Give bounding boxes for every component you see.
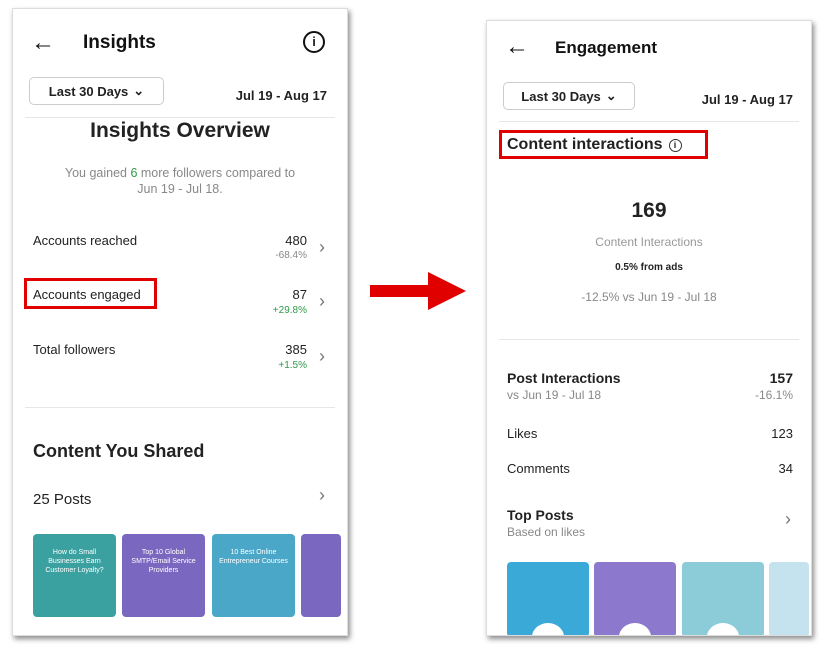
date-filter-dropdown[interactable]: Last 30 Days ⌄ (503, 82, 635, 110)
post-thumbnail[interactable]: How do Small Businesses Earn Customer Lo… (33, 534, 116, 617)
post-thumbnail[interactable] (507, 562, 589, 635)
total-interactions: 169 (631, 199, 667, 222)
overview-title: Insights Overview (90, 119, 270, 142)
metric-value: 480 (285, 233, 307, 248)
post-thumbnail[interactable] (594, 562, 676, 635)
post-interactions-label: Post Interactions (507, 370, 621, 386)
chevron-right-icon: › (319, 485, 325, 505)
back-arrow-icon[interactable]: ← (505, 33, 529, 61)
date-filter-label: Last 30 Days (521, 88, 601, 104)
page-title: Engagement (555, 38, 658, 57)
metric-change: -68.4% (275, 250, 307, 261)
date-filter-dropdown[interactable]: Last 30 Days ⌄ (29, 77, 164, 105)
ads-share: 0.5% from ads (615, 262, 683, 273)
content-shared-title: Content You Shared (33, 441, 205, 461)
post-interactions-change: -16.1% (754, 388, 793, 402)
metric-label: Accounts reached (33, 233, 138, 248)
comments-value: 34 (778, 461, 793, 476)
info-icon[interactable]: i (303, 31, 325, 53)
insights-screen: ← Insights i Last 30 Days ⌄ Jul 19 - Aug … (12, 8, 348, 636)
date-range: Jul 19 - Aug 17 (701, 92, 793, 107)
metric-value: 87 (292, 287, 307, 302)
chevron-down-icon: ⌄ (133, 83, 145, 98)
metric-change: +1.5% (278, 360, 307, 371)
post-interactions-value: 157 (769, 370, 793, 386)
chevron-right-icon: › (785, 509, 791, 529)
date-range: Jul 19 - Aug 17 (235, 88, 327, 103)
post-thumbnail[interactable]: 10 Best Online Entrepreneur Courses (212, 534, 295, 617)
chevron-right-icon: › (319, 346, 325, 366)
followers-gained-text: You gained 6 more followers compared to J… (64, 166, 296, 196)
post-thumbnail[interactable] (769, 562, 809, 635)
post-interactions-sub: vs Jun 19 - Jul 18 (507, 388, 602, 402)
likes-label: Likes (507, 426, 538, 441)
posts-count: 25 Posts (33, 491, 92, 508)
highlight-box (24, 278, 157, 309)
likes-value: 123 (771, 426, 793, 441)
metric-label: Total followers (33, 342, 116, 357)
comments-label: Comments (507, 461, 570, 476)
engagement-screen: ← Engagement Last 30 Days ⌄ Jul 19 - Aug … (486, 20, 812, 636)
page-title: Insights (83, 32, 156, 53)
top-posts-label: Top Posts (507, 507, 574, 523)
chevron-right-icon: › (319, 237, 325, 257)
chevron-right-icon: › (319, 291, 325, 311)
content-interactions-heading: Content interactions i (507, 136, 682, 154)
metric-change: +29.8% (272, 305, 307, 316)
post-thumbnail[interactable] (301, 534, 341, 617)
post-thumbnail[interactable]: Top 10 Global SMTP/Email Service Provide… (122, 534, 205, 617)
top-posts-sub: Based on likes (507, 525, 586, 539)
date-filter-label: Last 30 Days (48, 83, 129, 99)
comparison-text: -12.5% vs Jun 19 - Jul 18 (581, 290, 717, 304)
info-icon[interactable]: i (668, 138, 682, 152)
back-arrow-icon[interactable]: ← (31, 29, 55, 57)
chevron-down-icon: ⌄ (605, 88, 617, 103)
metric-value: 385 (285, 342, 307, 357)
total-label: Content Interactions (595, 235, 703, 249)
post-thumbnail[interactable] (682, 562, 764, 635)
arrow-right-icon (370, 272, 466, 310)
